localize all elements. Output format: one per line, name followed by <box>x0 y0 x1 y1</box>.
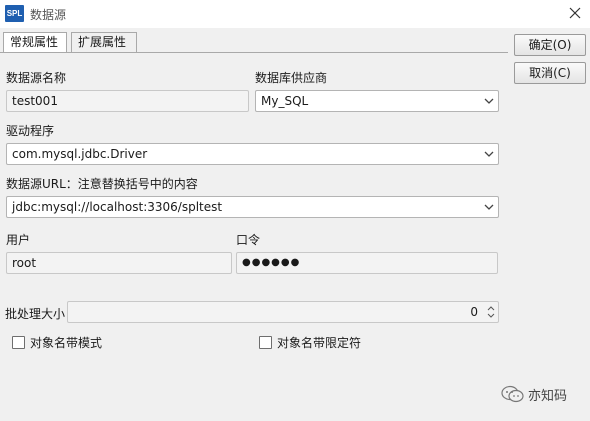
driver-select[interactable]: com.mysql.jdbc.Driver <box>6 143 499 165</box>
password-field[interactable]: ●●●●●● <box>236 252 498 274</box>
ok-button[interactable]: 确定(O) <box>514 34 586 56</box>
url-select-value: jdbc:mysql://localhost:3306/spltest <box>12 200 223 214</box>
batch-size-label: 批处理大小 <box>5 307 66 321</box>
schema-mode-label: 对象名带模式 <box>30 336 103 350</box>
chevron-down-icon <box>484 151 494 157</box>
watermark-text: 亦知码 <box>528 389 568 404</box>
tab-general[interactable]: 常规属性 <box>3 32 67 53</box>
vendor-select[interactable]: My_SQL <box>255 90 499 112</box>
url-select[interactable]: jdbc:mysql://localhost:3306/spltest <box>6 196 499 218</box>
driver-select-value: com.mysql.jdbc.Driver <box>12 147 148 161</box>
app-icon: SPL <box>5 5 24 22</box>
dialog-body <box>0 28 590 421</box>
ds-name-label: 数据源名称 <box>6 71 67 85</box>
cancel-button[interactable]: 取消(C) <box>514 62 586 84</box>
ds-name-field[interactable]: test001 <box>6 90 249 112</box>
title-bar: SPL 数据源 <box>0 0 590 28</box>
vendor-label: 数据库供应商 <box>255 71 328 85</box>
schema-mode-checkbox[interactable] <box>12 336 25 349</box>
driver-label: 驱动程序 <box>6 124 55 138</box>
password-label: 口令 <box>236 233 261 247</box>
tab-divider <box>0 52 508 53</box>
window-title: 数据源 <box>30 8 67 22</box>
close-button[interactable] <box>564 3 586 23</box>
chevron-down-icon <box>484 204 494 210</box>
user-field[interactable]: root <box>6 252 232 274</box>
batch-size-spinner[interactable]: 0 <box>67 301 499 323</box>
url-label: 数据源URL：注意替换括号中的内容 <box>6 177 198 191</box>
qualifier-label: 对象名带限定符 <box>277 336 362 350</box>
wechat-icon <box>501 385 524 403</box>
close-icon <box>569 7 581 19</box>
chevron-down-icon <box>484 98 494 104</box>
vendor-select-value: My_SQL <box>261 94 309 108</box>
batch-size-value: 0 <box>470 305 478 319</box>
user-label: 用户 <box>6 233 31 247</box>
tab-extended[interactable]: 扩展属性 <box>71 32 137 53</box>
qualifier-checkbox[interactable] <box>259 336 272 349</box>
spinner-arrows-icon[interactable] <box>487 303 495 321</box>
